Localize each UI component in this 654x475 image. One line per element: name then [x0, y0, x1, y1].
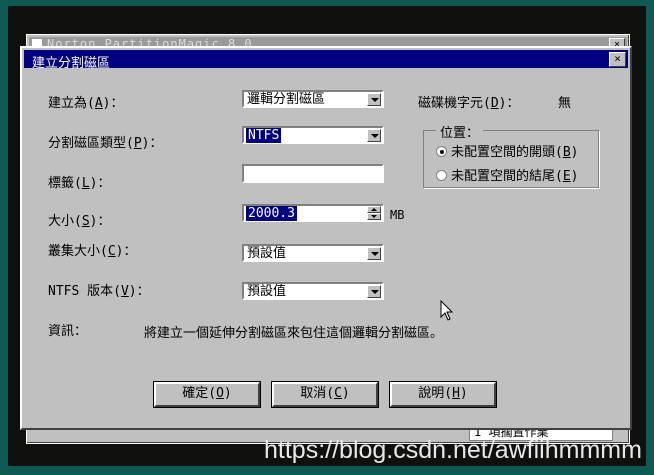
- position-start-accel-key: B: [562, 145, 571, 160]
- position-option-start[interactable]: 未配置空間的開頭(B): [436, 141, 578, 160]
- cancel-accel-key: C: [334, 386, 342, 401]
- create-as-label: 建立為(A)：: [48, 92, 123, 111]
- create-as-accel-key: A: [94, 96, 103, 111]
- ntfs-version-select[interactable]: 預設值: [242, 282, 384, 300]
- position-start-label: 未配置空間的開頭(: [451, 145, 563, 160]
- volume-label-input[interactable]: [242, 164, 384, 183]
- cancel-button-label-suffix: ): [341, 386, 350, 401]
- size-accel-key: S: [81, 214, 90, 229]
- partition-type-label-text: 分割磁區類型(: [48, 136, 134, 151]
- radio-unselected-icon[interactable]: [436, 170, 447, 181]
- cluster-size-accel-key: C: [107, 244, 116, 259]
- info-text: 將建立一個延伸分割磁區來包住這個邏輯分割磁區。: [144, 326, 444, 341]
- drive-letter-label: 磁碟機字元(D)：: [418, 92, 519, 111]
- ntfs-version-accel-key: V: [120, 284, 129, 299]
- help-button-label-suffix: ): [459, 386, 468, 401]
- partition-type-value: NTFS: [246, 128, 282, 143]
- drive-letter-label-suffix: )：: [498, 96, 520, 111]
- chevron-down-icon[interactable]: [367, 93, 381, 106]
- ok-button-label-suffix: ): [223, 386, 232, 401]
- chevron-down-icon[interactable]: [367, 129, 381, 142]
- spin-up-icon[interactable]: [367, 206, 381, 213]
- ok-accel-key: O: [216, 386, 224, 401]
- partition-type-accel-key: P: [133, 136, 142, 151]
- create-as-select[interactable]: 邏輯分割磁區: [242, 90, 384, 108]
- dialog-title: 建立分割磁區: [32, 56, 111, 71]
- size-label: 大小(S)：: [48, 210, 110, 229]
- help-button-label: 說明(: [418, 386, 453, 401]
- volume-label-label-suffix: )：: [89, 176, 111, 191]
- create-as-value: 邏輯分割磁區: [247, 92, 326, 107]
- position-option-end[interactable]: 未配置空間的結尾(E): [436, 165, 578, 184]
- ok-button-label: 確定(: [182, 386, 217, 401]
- radio-selected-icon[interactable]: [436, 146, 447, 157]
- position-end-accel-key: E: [562, 169, 571, 184]
- position-group: 位置： 未配置空間的開頭(B) 未配置空間的結尾(E): [423, 122, 599, 188]
- spin-down-icon[interactable]: [367, 213, 381, 220]
- size-value: 2000.3: [246, 206, 297, 221]
- cluster-size-label-text: 叢集大小(: [48, 244, 108, 259]
- drive-letter-value: 無: [558, 96, 572, 111]
- size-label-suffix: )：: [89, 214, 111, 229]
- drive-letter-label-text: 磁碟機字元(: [418, 96, 491, 111]
- size-unit: MB: [390, 208, 405, 222]
- position-end-label: 未配置空間的結尾(: [451, 169, 563, 184]
- volume-label-accel-key: L: [81, 176, 90, 191]
- position-end-label-suffix: ): [570, 169, 579, 184]
- dialog-title-bar: 建立分割磁區 ×: [24, 50, 628, 71]
- partition-type-label: 分割磁區類型(P)：: [48, 132, 162, 151]
- cluster-size-label-suffix: )：: [115, 244, 137, 259]
- mouse-pointer-icon: [440, 300, 454, 321]
- position-legend: 位置：: [436, 122, 484, 141]
- create-as-label-suffix: )：: [102, 96, 124, 111]
- ntfs-version-value: 預設值: [247, 284, 287, 299]
- cancel-button[interactable]: 取消(C): [271, 381, 379, 408]
- position-start-label-suffix: ): [570, 145, 579, 160]
- chevron-down-icon[interactable]: [367, 247, 381, 260]
- ok-button[interactable]: 確定(O): [153, 381, 261, 408]
- ntfs-version-label-text: NTFS 版本(: [48, 284, 121, 299]
- watermark-text: https://blog.csdn.net/awfiihmmmm: [264, 436, 642, 464]
- partition-type-select[interactable]: NTFS: [242, 126, 384, 144]
- help-button[interactable]: 說明(H): [389, 381, 497, 408]
- size-label-text: 大小(: [48, 214, 82, 229]
- close-icon[interactable]: ×: [609, 52, 626, 67]
- drive-letter-accel-key: D: [490, 96, 499, 111]
- info-label: 資訊：: [48, 324, 88, 339]
- cluster-size-value: 預設值: [247, 246, 287, 261]
- create-partition-dialog: 建立分割磁區 × 建立為(A)： 邏輯分割磁區 磁碟機字元(D)： 無 分割磁區…: [20, 46, 632, 430]
- volume-label-label: 標籤(L)：: [48, 172, 110, 191]
- help-accel-key: H: [452, 386, 460, 401]
- partition-type-label-suffix: )：: [141, 136, 163, 151]
- size-spinner[interactable]: 2000.3: [242, 204, 384, 222]
- create-as-label-text: 建立為(: [48, 96, 95, 111]
- volume-label-label-text: 標籤(: [48, 176, 82, 191]
- ntfs-version-label-suffix: )：: [128, 284, 150, 299]
- cluster-size-select[interactable]: 預設值: [242, 244, 384, 262]
- chevron-down-icon[interactable]: [367, 285, 381, 298]
- ntfs-version-label: NTFS 版本(V)：: [48, 280, 150, 299]
- cluster-size-label: 叢集大小(C)：: [48, 240, 136, 259]
- cancel-button-label: 取消(: [300, 386, 335, 401]
